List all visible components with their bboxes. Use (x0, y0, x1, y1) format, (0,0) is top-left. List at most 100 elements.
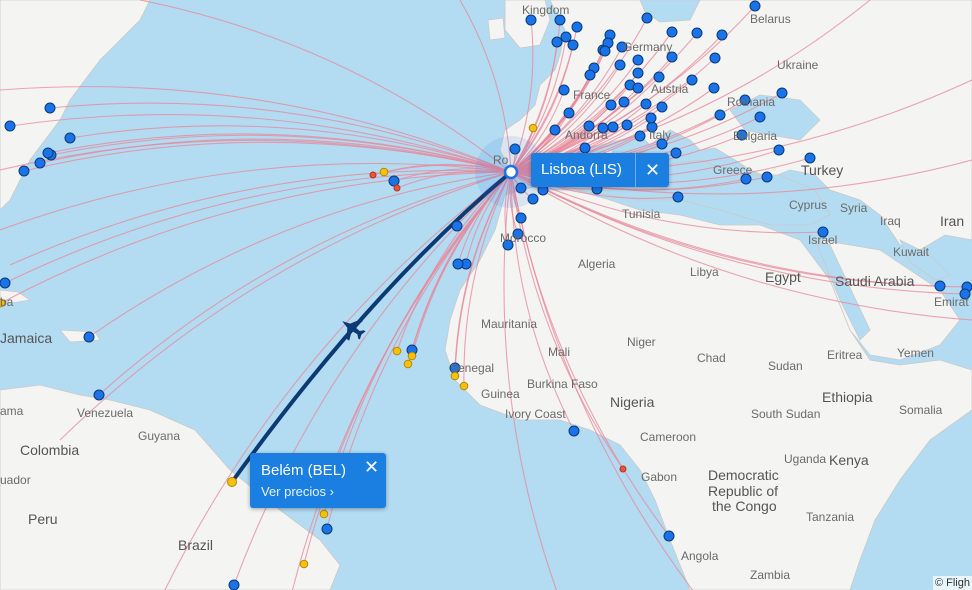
airport-marker[interactable] (632, 67, 644, 79)
airport-marker[interactable] (551, 36, 563, 48)
airport-marker[interactable] (934, 280, 946, 292)
airport-marker[interactable] (708, 82, 720, 94)
airport-marker-small[interactable] (459, 381, 469, 391)
airport-marker-tiny[interactable] (393, 184, 401, 192)
airport-marker[interactable] (388, 175, 400, 187)
airport-marker-tiny[interactable] (619, 465, 627, 473)
airport-marker[interactable] (34, 157, 46, 169)
airport-marker[interactable] (83, 331, 95, 343)
airport-marker[interactable] (571, 21, 583, 33)
airport-marker[interactable] (605, 99, 617, 111)
airport-marker[interactable] (754, 111, 766, 123)
airport-marker[interactable] (579, 142, 591, 154)
airport-marker[interactable] (749, 0, 761, 12)
airport-marker[interactable] (666, 26, 678, 38)
airport-marker[interactable] (558, 84, 570, 96)
airport-marker[interactable] (709, 52, 721, 64)
destination-airport-marker[interactable] (227, 477, 237, 487)
airport-marker[interactable] (597, 122, 609, 134)
airport-marker[interactable] (616, 41, 628, 53)
airport-marker[interactable] (321, 523, 333, 535)
airport-marker[interactable] (632, 82, 644, 94)
map-canvas[interactable] (0, 0, 972, 590)
origin-popup[interactable]: Lisboa (LIS) ✕ (531, 153, 669, 187)
airport-marker-small[interactable] (379, 167, 389, 177)
airport-marker[interactable] (583, 120, 595, 132)
airport-marker[interactable] (64, 132, 76, 144)
ireland (487, 17, 506, 41)
airport-marker[interactable] (691, 27, 703, 39)
origin-airport-marker[interactable] (503, 164, 519, 180)
airport-marker[interactable] (773, 144, 785, 156)
airport-marker[interactable] (672, 191, 684, 203)
airport-marker[interactable] (656, 138, 668, 150)
airport-marker[interactable] (515, 212, 527, 224)
airport-marker[interactable] (804, 152, 816, 164)
airport-marker[interactable] (645, 112, 657, 124)
airport-marker-small[interactable] (450, 371, 460, 381)
airport-marker[interactable] (554, 14, 566, 26)
airport-marker[interactable] (599, 45, 611, 57)
close-icon[interactable]: ✕ (364, 458, 379, 476)
airport-marker[interactable] (525, 14, 537, 26)
airport-marker[interactable] (563, 107, 575, 119)
airport-marker[interactable] (93, 389, 105, 401)
airport-marker[interactable] (736, 129, 748, 141)
airport-marker[interactable] (614, 59, 626, 71)
route-map[interactable]: Kingdom Belarus Germany Ukraine France A… (0, 0, 972, 590)
airport-marker[interactable] (228, 579, 240, 590)
airport-marker[interactable] (959, 288, 971, 300)
airport-marker-small[interactable] (528, 123, 538, 133)
airport-marker[interactable] (714, 109, 726, 121)
airport-marker[interactable] (44, 102, 56, 114)
airport-marker[interactable] (451, 220, 463, 232)
airport-marker[interactable] (618, 96, 630, 108)
airport-marker[interactable] (634, 130, 646, 142)
airport-marker[interactable] (549, 124, 561, 136)
airport-marker[interactable] (663, 530, 675, 542)
airport-marker[interactable] (716, 29, 728, 41)
airport-marker[interactable] (621, 119, 633, 131)
airport-marker[interactable] (646, 121, 658, 133)
airport-marker[interactable] (686, 74, 698, 86)
airport-marker[interactable] (640, 98, 652, 110)
airport-marker-tiny[interactable] (369, 171, 377, 179)
airport-marker[interactable] (739, 94, 751, 106)
airport-marker[interactable] (632, 54, 644, 66)
view-prices-link[interactable]: Ver precios › (261, 484, 334, 499)
airport-marker-small[interactable] (319, 509, 329, 519)
origin-popup-title: Lisboa (LIS) (541, 161, 622, 178)
destination-popup[interactable]: Belém (BEL) Ver precios › ✕ (250, 453, 386, 508)
airport-marker[interactable] (560, 31, 572, 43)
airport-marker[interactable] (653, 71, 665, 83)
airport-marker[interactable] (817, 226, 829, 238)
airport-marker[interactable] (567, 39, 579, 51)
airport-marker[interactable] (4, 120, 16, 132)
airport-marker[interactable] (670, 147, 682, 159)
airport-marker[interactable] (740, 173, 752, 185)
airport-marker[interactable] (568, 425, 580, 437)
airport-marker[interactable] (452, 258, 464, 270)
close-icon[interactable]: ✕ (645, 161, 660, 179)
airport-marker-small[interactable] (0, 298, 6, 308)
airport-marker-small[interactable] (299, 559, 309, 569)
airport-marker[interactable] (666, 51, 678, 63)
airport-marker-small[interactable] (403, 359, 413, 369)
airport-marker[interactable] (449, 362, 461, 374)
airport-marker[interactable] (0, 277, 11, 289)
airport-marker[interactable] (761, 171, 773, 183)
copyright-text: © Fligh (932, 576, 972, 590)
airport-marker-small[interactable] (392, 346, 402, 356)
airport-marker-small[interactable] (407, 351, 417, 361)
airport-marker[interactable] (607, 121, 619, 133)
airport-marker[interactable] (42, 147, 54, 159)
airport-marker[interactable] (641, 12, 653, 24)
airport-marker[interactable] (18, 165, 30, 177)
destination-popup-title: Belém (BEL) (261, 462, 347, 479)
popup-divider (635, 153, 636, 187)
airport-marker[interactable] (584, 69, 596, 81)
airport-marker[interactable] (776, 87, 788, 99)
airport-marker[interactable] (502, 239, 514, 251)
airport-marker[interactable] (512, 228, 524, 240)
airport-marker[interactable] (656, 101, 668, 113)
